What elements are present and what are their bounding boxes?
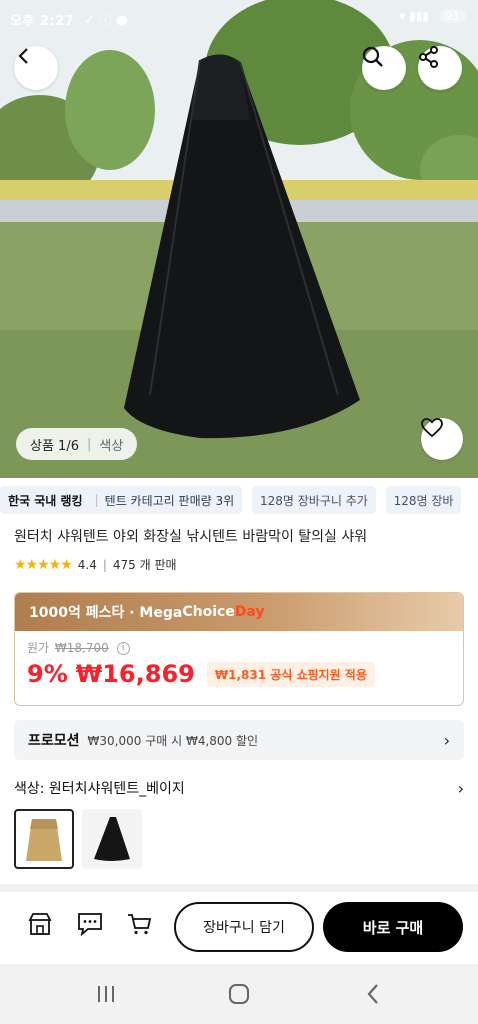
thumb-beige[interactable] <box>14 809 74 869</box>
recent-apps-icon <box>98 986 114 1002</box>
rating-stars: ★★★★★ <box>14 556 73 573</box>
chat-icon <box>78 913 102 937</box>
system-back-button[interactable] <box>353 980 393 1008</box>
sales-count: 475 개 판매 <box>112 558 177 572</box>
nav-back-icon <box>367 984 378 1004</box>
option-label: 색상: 원터치샤워텐트_베이지 <box>14 781 185 797</box>
back-button[interactable] <box>14 46 58 90</box>
sale-price: ₩16,869 <box>75 660 195 688</box>
discount-rate: 9% <box>27 660 68 688</box>
ranking-title: 한국 국내 랭킹 <box>8 493 83 508</box>
image-counter-text: 상품 1/6 <box>30 438 79 454</box>
chat-button[interactable] <box>74 908 106 940</box>
buy-now-button[interactable]: 바로 구매 <box>323 902 463 952</box>
product-title: 원터치 샤워텐트 야외 화장실 낚시텐트 바람막이 탈의실 샤워 <box>14 529 368 545</box>
wishlist-button[interactable] <box>421 418 463 460</box>
support-badge: ₩1,831 공식 쇼핑지원 적용 <box>206 661 375 687</box>
recent-apps-button[interactable] <box>86 980 126 1008</box>
search-icon <box>362 46 383 67</box>
section-divider <box>0 884 478 892</box>
home-button[interactable] <box>219 980 259 1008</box>
store-icon <box>28 913 52 935</box>
original-price-row: 원가 ₩18,700 i <box>27 639 451 656</box>
sale-price-row: 9% ₩16,869 ₩1,831 공식 쇼핑지원 적용 <box>27 660 451 688</box>
ranking-category: 텐트 카테고리 판매량 3위 <box>104 493 235 508</box>
rating-row[interactable]: ★★★★★ 4.4 | 475 개 판매 <box>14 556 177 573</box>
rating-value: 4.4 <box>77 557 97 572</box>
cart-icon-button[interactable] <box>123 908 155 940</box>
beige-tent-thumbnail <box>26 819 62 861</box>
rating-divider: | <box>102 557 107 572</box>
option-row[interactable]: 색상: 원터치샤워텐트_베이지 › <box>14 778 464 798</box>
battery-level: 91 <box>438 9 466 23</box>
home-icon <box>229 984 249 1004</box>
color-option-link[interactable]: 색상 <box>99 435 123 454</box>
thumb-black[interactable] <box>82 809 142 869</box>
promotion-text: ₩30,000 구매 시 ₩4,800 할인 <box>87 733 259 748</box>
ranking-chip[interactable]: 한국 국내 랭킹 | 텐트 카테고리 판매량 3위 <box>0 486 243 514</box>
cart-add-chip-2[interactable]: 128명 장바 <box>385 486 462 514</box>
status-bar: 오후 2:27 ✓ ⓘ ● ▾ ▮▮▮ 91 <box>0 0 478 40</box>
system-nav-bar <box>0 964 478 1024</box>
share-icon <box>419 46 438 68</box>
info-icon[interactable]: i <box>116 642 130 655</box>
search-button[interactable] <box>362 46 406 90</box>
banner-day: Day <box>234 604 265 620</box>
status-right: ▾ ▮▮▮ 91 <box>399 9 466 23</box>
chevron-right-icon: › <box>457 778 464 798</box>
black-tent-thumbnail <box>94 817 130 861</box>
chip-divider: | <box>94 493 99 507</box>
promotion-row[interactable]: 프로모션 ₩30,000 구매 시 ₩4,800 할인 › <box>14 720 464 760</box>
promo-banner[interactable]: 1000억 페스타 · Mega Choice Day <box>15 593 463 631</box>
action-bar: 장바구니 담기 바로 구매 <box>0 892 478 964</box>
tent-photo <box>0 0 478 478</box>
product-image[interactable]: 오후 2:27 ✓ ⓘ ● ▾ ▮▮▮ 91 상품 1/6 | 색상 <box>0 0 478 478</box>
original-label: 원가 <box>27 641 50 655</box>
notification-icons: ✓ ⓘ ● <box>84 13 128 28</box>
cart-add-chip-1[interactable]: 128명 장바구니 추가 <box>251 486 376 514</box>
image-counter[interactable]: 상품 1/6 | 색상 <box>16 428 138 460</box>
back-icon <box>18 48 28 64</box>
store-button[interactable] <box>24 908 56 940</box>
original-price: ₩18,700 <box>54 641 109 655</box>
color-thumbnails <box>14 809 150 869</box>
counter-divider: | <box>86 436 92 452</box>
ranking-strip[interactable]: 한국 국내 랭킹 | 텐트 카테고리 판매량 3위 128명 장바구니 추가 1… <box>0 486 478 516</box>
promotion-label: 프로모션 <box>28 733 80 749</box>
banner-choice: Choice <box>182 604 235 620</box>
heart-icon <box>421 418 443 438</box>
add-to-cart-button[interactable]: 장바구니 담기 <box>174 902 314 952</box>
price-card: 1000억 페스타 · Mega Choice Day 원가 ₩18,700 i … <box>14 592 464 706</box>
banner-title: 1000억 페스타 · Mega <box>29 605 183 621</box>
chevron-right-icon: › <box>443 730 450 750</box>
share-button[interactable] <box>418 46 462 90</box>
status-time: 오후 2:27 <box>10 14 75 29</box>
cart-icon <box>128 914 152 935</box>
